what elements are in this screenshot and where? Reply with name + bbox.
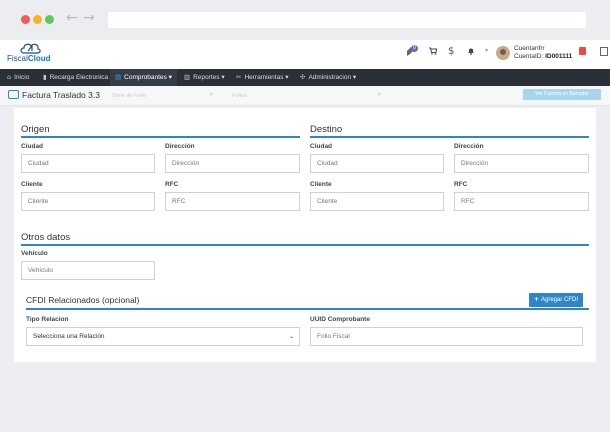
notification-badge: 0 bbox=[411, 45, 418, 52]
browser-chrome: ← → bbox=[0, 0, 610, 40]
logout-icon[interactable] bbox=[579, 47, 586, 55]
nav-item-reportes[interactable]: ▥ Reportes ▾ bbox=[179, 69, 230, 86]
destino-ciudad-input[interactable]: Ciudad bbox=[310, 154, 444, 173]
nav-item-administracion[interactable]: ✣ Administracion ▾ bbox=[295, 69, 361, 86]
window-maximize-button[interactable] bbox=[45, 15, 54, 24]
account-id-label: CuentaID: bbox=[514, 53, 544, 60]
account-id-line: CuentaID: ID001111 bbox=[514, 53, 572, 61]
destino-direccion-label: Dirección bbox=[454, 143, 484, 150]
panel-toggle-icon[interactable] bbox=[600, 47, 608, 56]
document-icon: ▤ bbox=[115, 73, 122, 81]
nav-item-label: Comprobantes ▾ bbox=[124, 74, 172, 81]
window-close-button[interactable] bbox=[21, 15, 30, 24]
origen-divider bbox=[21, 136, 300, 138]
origen-ciudad-input[interactable]: Ciudad bbox=[21, 154, 155, 173]
dollar-icon[interactable]: $ bbox=[448, 46, 454, 57]
ghost-series-label: Serie de Folio bbox=[112, 93, 146, 99]
cfdi-divider bbox=[26, 308, 589, 310]
address-bar[interactable] bbox=[108, 12, 586, 28]
fiscalcloud-logo[interactable]: FiscalCloud bbox=[7, 41, 55, 67]
view-draft-button[interactable]: Ver Factura en Borrador bbox=[523, 89, 601, 100]
plus-icon: + bbox=[533, 296, 539, 303]
tipo-relacion-value: Selecciona una Relación bbox=[33, 333, 105, 340]
bell-icon[interactable] bbox=[467, 47, 475, 58]
ghost-caret-icon: ▾ bbox=[210, 92, 213, 98]
logo-text-bold: Cloud bbox=[27, 54, 51, 63]
forward-arrow-icon[interactable]: → bbox=[83, 10, 95, 26]
origen-rfc-label: RFC bbox=[165, 181, 179, 188]
destino-cliente-input[interactable]: Cliente bbox=[310, 192, 444, 211]
uuid-label: UUID Comprobante bbox=[310, 316, 370, 323]
tipo-relacion-select[interactable]: Selecciona una Relación ⌄ bbox=[26, 327, 300, 346]
avatar[interactable] bbox=[496, 46, 510, 60]
vehiculo-input[interactable]: Vehículo bbox=[21, 261, 155, 280]
destino-direccion-input[interactable]: Dirección bbox=[454, 154, 589, 173]
nav-item-herramientas[interactable]: ✂ Herramientas ▾ bbox=[231, 69, 294, 86]
destino-title: Destino bbox=[310, 124, 343, 135]
nav-item-label: Herramientas ▾ bbox=[244, 74, 289, 81]
account-id: ID001111 bbox=[545, 53, 573, 60]
origen-title: Origen bbox=[21, 124, 50, 135]
nav-item-inicio[interactable]: ⌂ Inicio bbox=[2, 69, 34, 86]
tools-icon: ✂ bbox=[236, 73, 242, 81]
bar-chart-icon: ▥ bbox=[184, 73, 191, 81]
nav-item-comprobantes[interactable]: ▤ Comprobantes ▾ bbox=[110, 69, 177, 86]
nav-item-label: Reportes ▾ bbox=[193, 74, 225, 81]
origen-ciudad-label: Ciudad bbox=[21, 143, 44, 150]
app-header: FiscalCloud 0 $ ▾ Cuentanfrr CuentaID: I… bbox=[0, 40, 610, 69]
nav-item-label: Inicio bbox=[14, 74, 30, 81]
account-name: Cuentanfrr bbox=[514, 45, 545, 52]
main-nav: ⌂ Inicio ▮ Recarga Electronica ▤ Comprobant… bbox=[0, 69, 610, 86]
nav-item-recarga[interactable]: ▮ Recarga Electronica bbox=[38, 69, 113, 86]
destino-ciudad-label: Ciudad bbox=[310, 143, 333, 150]
origen-direccion-input[interactable]: Dirección bbox=[165, 154, 300, 173]
truck-icon bbox=[8, 90, 19, 99]
tipo-relacion-label: Tipo Relacion bbox=[26, 316, 69, 323]
otros-divider bbox=[21, 244, 589, 246]
destino-divider bbox=[310, 136, 589, 138]
logo-text: FiscalCloud bbox=[7, 54, 51, 63]
phone-icon: ▮ bbox=[43, 73, 47, 81]
chevron-down-icon: ⌄ bbox=[288, 333, 294, 340]
ghost-folios-label: Folios bbox=[232, 93, 247, 99]
otros-title: Otros datos bbox=[21, 232, 71, 243]
add-cfdi-button[interactable]: + Agregar CFDI bbox=[529, 293, 583, 307]
page-title: Factura Traslado 3.3 bbox=[22, 90, 100, 100]
account-caret-icon[interactable]: ▾ bbox=[485, 47, 488, 54]
origen-cliente-label: Cliente bbox=[21, 181, 43, 188]
destino-rfc-input[interactable]: RFC bbox=[454, 192, 589, 211]
cloud-logo-icon bbox=[20, 43, 41, 54]
nav-item-label: Administracion ▾ bbox=[308, 74, 357, 81]
origen-cliente-input[interactable]: Cliente bbox=[21, 192, 155, 211]
home-icon: ⌂ bbox=[7, 73, 12, 81]
page-title-bar: Factura Traslado 3.3 Serie de Folio Foli… bbox=[0, 86, 610, 106]
origen-direccion-label: Dirección bbox=[165, 143, 195, 150]
destino-rfc-label: RFC bbox=[454, 181, 468, 188]
cart-icon[interactable] bbox=[429, 47, 438, 58]
uuid-input[interactable]: Folio Fiscal bbox=[310, 327, 583, 346]
admin-icon: ✣ bbox=[300, 73, 306, 81]
add-cfdi-label: Agregar CFDI bbox=[541, 297, 579, 303]
ghost-caret-icon-2: ▾ bbox=[378, 92, 381, 98]
window-minimize-button[interactable] bbox=[33, 15, 42, 24]
app-window: FiscalCloud 0 $ ▾ Cuentanfrr CuentaID: I… bbox=[0, 40, 610, 432]
cfdi-title: CFDI Relacionados (opcional) bbox=[26, 295, 140, 305]
origen-rfc-input[interactable]: RFC bbox=[165, 192, 300, 211]
destino-cliente-label: Cliente bbox=[310, 181, 332, 188]
nav-item-label: Recarga Electronica bbox=[49, 74, 109, 81]
account-info[interactable]: Cuentanfrr CuentaID: ID001111 bbox=[514, 45, 572, 61]
form-card: Origen Ciudad Ciudad Dirección Dirección… bbox=[14, 108, 596, 362]
vehiculo-label: Vehículo bbox=[21, 250, 48, 257]
logo-text-plain: Fiscal bbox=[7, 54, 28, 63]
back-arrow-icon[interactable]: ← bbox=[66, 10, 78, 26]
